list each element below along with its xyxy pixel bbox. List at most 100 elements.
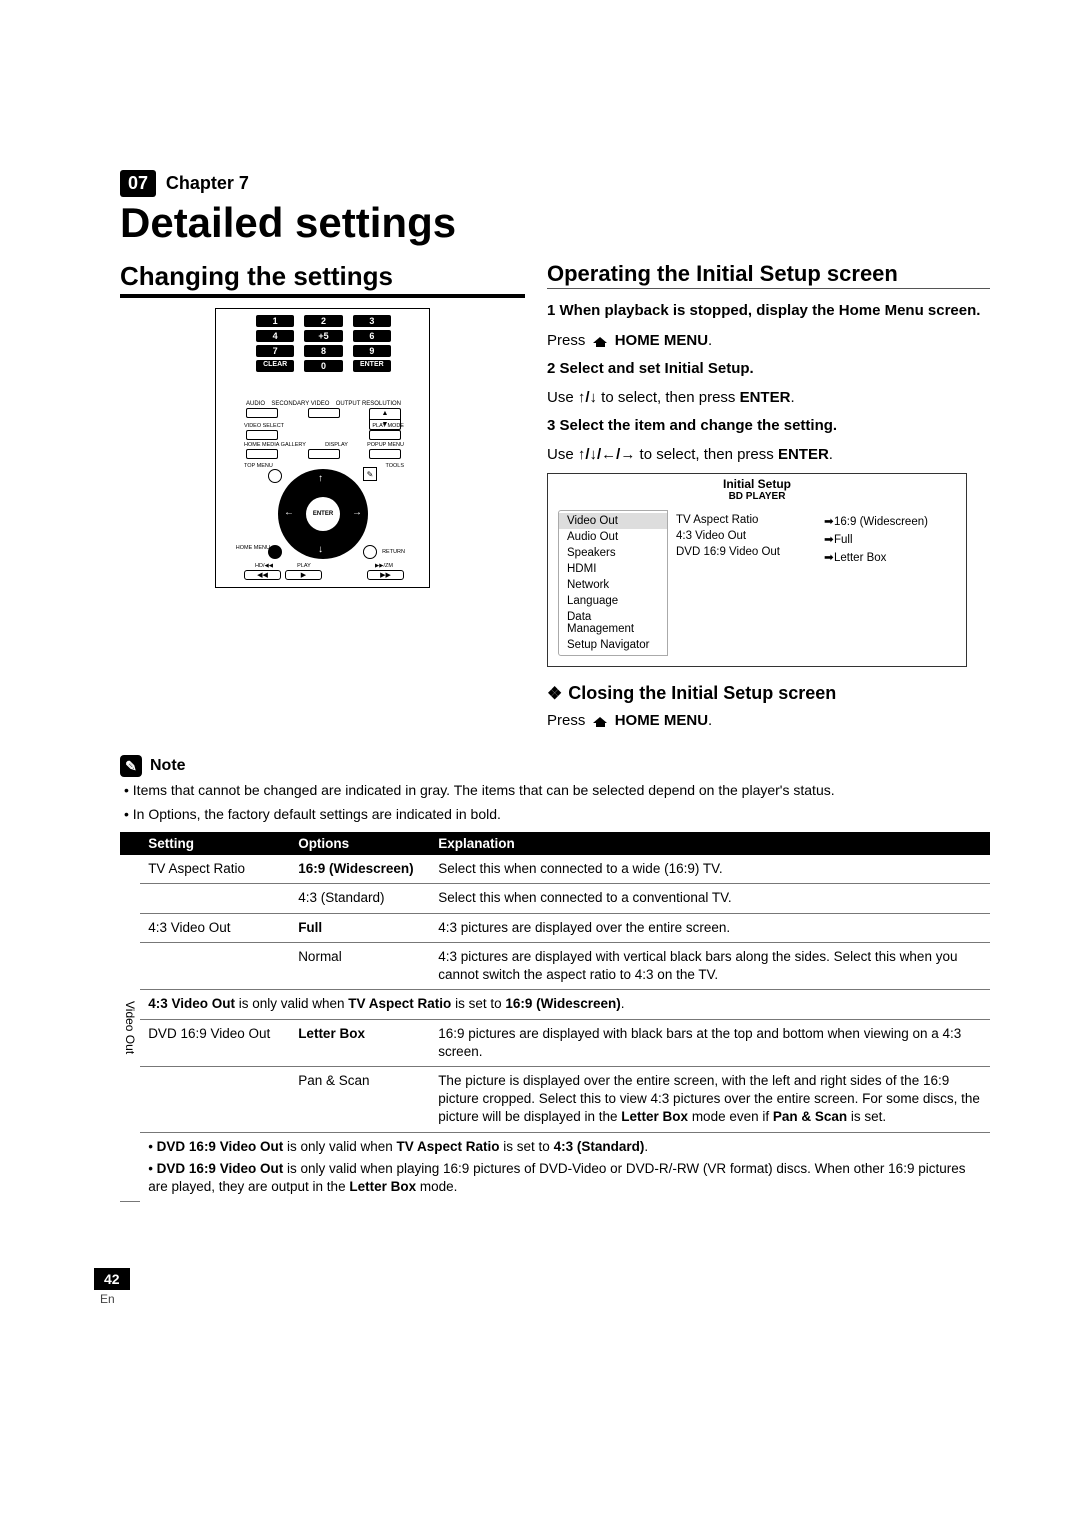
setup-menu-item: Speakers (559, 545, 667, 561)
table-cell (140, 942, 290, 989)
remote-btn (246, 430, 278, 440)
chapter-badge: 07 (120, 170, 156, 197)
step-3-use: Use ↑/↓/←/→ to select, then press ENTER. (547, 446, 990, 463)
left-section-heading: Changing the settings (120, 261, 525, 298)
remote-label: TOOLS (385, 463, 404, 469)
remote-num: 4 (256, 330, 294, 342)
arrow-up-icon: ↑ (318, 473, 323, 484)
table-cell: Normal (290, 942, 430, 989)
table-footnote: • DVD 16:9 Video Out is only valid when … (140, 1132, 990, 1201)
table-cell: 4:3 pictures are displayed over the enti… (430, 913, 990, 942)
right-section-heading: Operating the Initial Setup screen (547, 261, 990, 289)
remote-label: HOME MENU (230, 545, 270, 551)
remote-enter-center: ENTER (306, 497, 340, 531)
arrow-down-icon: ↓ (318, 544, 323, 555)
note-label: Note (150, 757, 186, 775)
setup-subtitle: BD PLAYER (548, 491, 966, 506)
setup-menu-item: HDMI (559, 561, 667, 577)
step-2: 2 Select and set Initial Setup. (547, 359, 990, 379)
page-content: 07 Chapter 7 Detailed settings Changing … (120, 170, 990, 1202)
setup-menu-item: Setup Navigator (559, 637, 667, 653)
remote-transport: ▶▶ (367, 570, 404, 580)
remote-label: SECONDARY VIDEO (271, 401, 329, 407)
remote-label: VIDEO SELECT (244, 423, 284, 429)
table-cell: DVD 16:9 Video Out (140, 1019, 290, 1066)
settings-table: Setting Options Explanation Video Out TV… (120, 832, 990, 1202)
setup-menu-item: Video Out (559, 513, 667, 529)
remote-btn (308, 449, 340, 459)
remote-return-btn (363, 545, 377, 559)
table-cell: 16:9 (Widescreen) (290, 855, 430, 884)
note-bullet: Items that cannot be changed are indicat… (134, 781, 990, 801)
remote-label: ▶▶/ZM (364, 563, 404, 569)
setup-menu-item: Network (559, 577, 667, 593)
home-icon (593, 334, 608, 346)
setup-right-panel: ➡16:9 (Widescreen) ➡Full ➡Letter Box (824, 510, 956, 656)
remote-clear: CLEAR (256, 360, 294, 372)
remote-btn (246, 408, 278, 418)
remote-btn (308, 408, 340, 418)
page-number-badge: 42 (94, 1268, 130, 1290)
table-cell: Pan & Scan (290, 1066, 430, 1132)
note-bullet: In Options, the factory default settings… (134, 805, 990, 825)
remote-label: HD/◀◀ (244, 563, 284, 569)
remote-btn (369, 449, 401, 459)
th-setting: Setting (140, 832, 290, 855)
table-cell: 4:3 Video Out (140, 913, 290, 942)
table-cell: 16:9 pictures are displayed with black b… (430, 1019, 990, 1066)
right-column: Operating the Initial Setup screen 1 Whe… (547, 261, 990, 739)
setup-mid-panel: TV Aspect Ratio 4:3 Video Out DVD 16:9 V… (676, 510, 816, 656)
table-cell: 4:3 pictures are displayed with vertical… (430, 942, 990, 989)
setup-title: Initial Setup (548, 474, 966, 491)
table-cell (140, 884, 290, 913)
setup-option: TV Aspect Ratio (676, 512, 816, 528)
remote-label: HOME MEDIA GALLERY (244, 442, 306, 448)
th-options: Options (290, 832, 430, 855)
diamond-icon: ❖ (547, 684, 562, 703)
remote-num: 1 (256, 315, 294, 327)
setup-screen-diagram: Initial Setup BD PLAYER Video Out Audio … (547, 473, 967, 667)
remote-transport: ▶ (285, 570, 322, 580)
step-3: 3 Select the item and change the setting… (547, 416, 990, 436)
remote-dpad: ↑ ↓ ← → ENTER (278, 469, 368, 559)
remote-transport: ◀◀ (244, 570, 281, 580)
remote-label: TOP MENU (244, 463, 273, 469)
table-cell: The picture is displayed over the entire… (430, 1066, 990, 1132)
remote-label: PLAY (284, 563, 324, 569)
remote-enter: ENTER (353, 360, 391, 372)
step-2-use: Use ↑/↓ to select, then press ENTER. (547, 389, 990, 406)
remote-label: AUDIO (246, 401, 265, 407)
step-1-press: Press HOME MENU. (547, 332, 990, 349)
note-row: ✎ Note (120, 755, 990, 777)
remote-label: DISPLAY (325, 442, 348, 448)
remote-num: +5 (304, 330, 342, 342)
remote-btn (246, 449, 278, 459)
arrow-right-icon: → (352, 507, 362, 518)
table-cell: Full (290, 913, 430, 942)
remote-num: 8 (304, 345, 342, 357)
setup-option: DVD 16:9 Video Out (676, 544, 816, 560)
chapter-row: 07 Chapter 7 (120, 170, 990, 197)
remote-num: 3 (353, 315, 391, 327)
remote-label: RETURN (382, 549, 405, 555)
setup-value: ➡16:9 (Widescreen) (824, 512, 956, 530)
table-group-label: Video Out (120, 855, 140, 1201)
arrow-left-icon: ← (284, 507, 294, 518)
th-explanation: Explanation (430, 832, 990, 855)
note-icon: ✎ (120, 755, 142, 777)
remote-label: OUTPUT RESOLUTION (336, 401, 401, 407)
closing-heading: ❖Closing the Initial Setup screen (547, 683, 990, 704)
step-1: 1 When playback is stopped, display the … (547, 301, 990, 321)
table-cell: Letter Box (290, 1019, 430, 1066)
remote-num: 7 (256, 345, 294, 357)
tools-icon: ✎ (363, 467, 377, 481)
page-title: Detailed settings (120, 199, 990, 247)
setup-option: 4:3 Video Out (676, 528, 816, 544)
table-cell: TV Aspect Ratio (140, 855, 290, 884)
remote-btn (369, 430, 401, 440)
setup-menu-item: Audio Out (559, 529, 667, 545)
setup-menu-item: Language (559, 593, 667, 609)
remote-num: 2 (304, 315, 342, 327)
setup-menu-item: Data Management (559, 609, 667, 637)
table-cell: Select this when connected to a conventi… (430, 884, 990, 913)
